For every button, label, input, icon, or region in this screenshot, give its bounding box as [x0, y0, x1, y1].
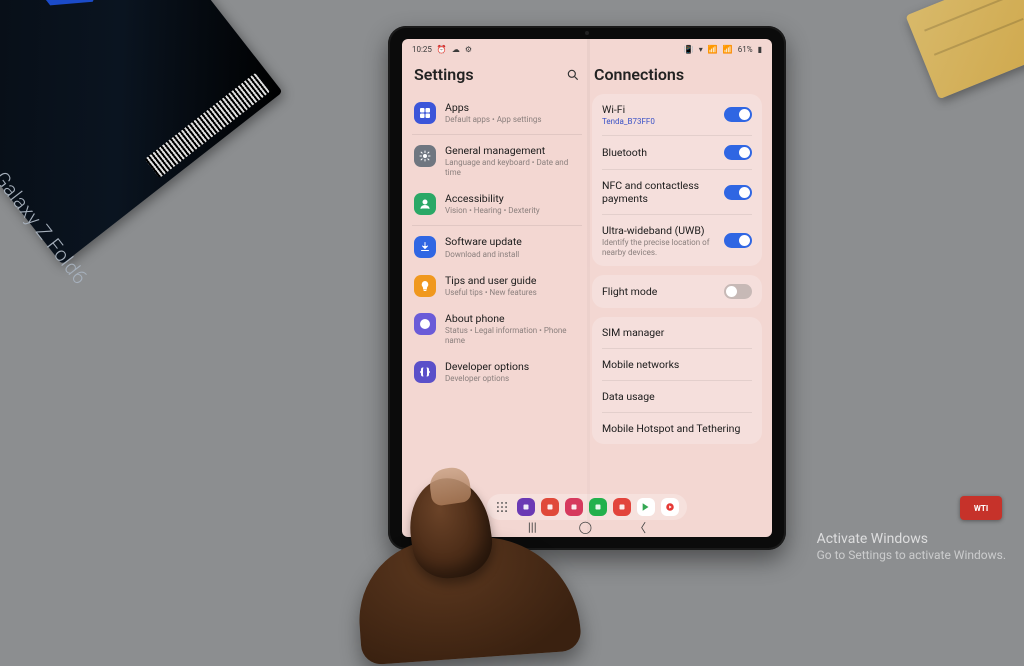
grid-icon	[414, 102, 436, 124]
settings-item-title: Accessibility	[445, 192, 580, 205]
settings-item-software-update[interactable]: Software update Download and install	[412, 225, 582, 266]
conn-title: Data usage	[602, 390, 752, 403]
connection-bluetooth[interactable]: Bluetooth	[602, 135, 752, 169]
toggle-switch[interactable]	[724, 145, 752, 160]
settings-item-title: Tips and user guide	[445, 274, 580, 287]
wifi-icon: ▾	[699, 45, 703, 54]
settings-item-sub: Download and install	[445, 250, 580, 260]
conn-title: Mobile networks	[602, 358, 752, 371]
status-bar: 10:25 ⏰ ☁ ⚙ 📳 ▾ 📶 📶 61% ▮	[402, 39, 772, 57]
dock-app-6[interactable]	[661, 498, 679, 516]
connections-card-1: Wi-FiTenda_B73FF0 Bluetooth NFC and contac…	[592, 94, 762, 266]
connection-sim-manager[interactable]: SIM manager	[602, 317, 752, 348]
toggle-switch[interactable]	[724, 233, 752, 248]
settings-title: Settings	[414, 65, 474, 84]
connection-ultra-wideband-uwb-[interactable]: Ultra-wideband (UWB)Identify the precise…	[602, 214, 752, 266]
recents-button[interactable]: |||	[528, 520, 537, 534]
braces-icon	[414, 361, 436, 383]
connections-title: Connections	[594, 65, 684, 84]
alarm-icon: ⏰	[437, 45, 447, 54]
conn-link: Tenda_B73FF0	[602, 117, 716, 126]
settings-item-title: Developer options	[445, 360, 580, 373]
settings-item-title: General management	[445, 144, 580, 157]
dock-app-4[interactable]	[613, 498, 631, 516]
download-icon	[414, 236, 436, 258]
battery-icon: ▮	[758, 45, 762, 54]
settings-status-icon: ⚙	[465, 45, 472, 54]
settings-item-general-management[interactable]: General managementLanguage and keyboard …	[412, 134, 582, 185]
product-box: Galaxy Z Fold6	[0, 0, 283, 264]
watermark-title: Activate Windows	[817, 530, 1006, 548]
connection-mobile-networks[interactable]: Mobile networks	[602, 348, 752, 380]
settings-item-sub: Default apps • App settings	[445, 115, 580, 125]
phone-camera-notch	[585, 31, 589, 35]
connections-card-3: SIM manager Mobile networks Data usage Mobi…	[592, 317, 762, 444]
settings-item-apps[interactable]: AppsDefault apps • App settings	[412, 94, 582, 132]
windows-watermark: Activate Windows Go to Settings to activ…	[817, 530, 1006, 564]
connections-pane: Connections Wi-FiTenda_B73FF0 Bluetooth NF…	[592, 59, 762, 497]
hand-overlay	[398, 418, 528, 618]
settings-item-sub: Vision • Hearing • Dexterity	[445, 206, 580, 216]
settings-item-developer-options[interactable]: Developer optionsDeveloper options	[412, 353, 582, 391]
channel-badge: WTI	[960, 496, 1002, 520]
signal-icon: 📶	[708, 45, 718, 54]
connection-nfc-and-contactless-payments[interactable]: NFC and contactless payments	[602, 169, 752, 214]
conn-sub: Identify the precise location of nearby …	[602, 238, 716, 257]
back-button[interactable]: 〈	[634, 519, 646, 536]
dock-app-1[interactable]	[541, 498, 559, 516]
wood-block-prop	[906, 0, 1024, 99]
home-button[interactable]: ◯	[579, 520, 592, 534]
settings-item-sub: Status • Legal information • Phone name	[445, 326, 580, 346]
settings-item-sub: Developer options	[445, 374, 580, 384]
toggle-switch[interactable]	[724, 185, 752, 200]
product-box-barcode	[145, 73, 270, 178]
dock-app-3[interactable]	[589, 498, 607, 516]
dock-app-2[interactable]	[565, 498, 583, 516]
battery-text: 61%	[738, 45, 753, 54]
connection-mobile-hotspot-and-tethering[interactable]: Mobile Hotspot and Tethering	[602, 412, 752, 444]
conn-title: NFC and contactless payments	[602, 179, 716, 205]
toggle-switch[interactable]	[724, 284, 752, 299]
gear-icon	[414, 145, 436, 167]
settings-item-title: Software update	[445, 235, 580, 248]
settings-item-title: About phone	[445, 312, 580, 325]
conn-title: Flight mode	[602, 285, 716, 298]
connection-flight-mode[interactable]: Flight mode	[602, 275, 752, 308]
cloud-icon: ☁	[452, 45, 460, 54]
product-box-badge	[13, 0, 121, 24]
status-time: 10:25	[412, 45, 432, 54]
connection-data-usage[interactable]: Data usage	[602, 380, 752, 412]
vibrate-icon: 📳	[684, 45, 694, 54]
dock-app-5[interactable]	[637, 498, 655, 516]
product-box-label: Galaxy Z Fold6	[0, 167, 93, 289]
settings-item-about-phone[interactable]: About phoneStatus • Legal information • …	[412, 305, 582, 353]
settings-item-accessibility[interactable]: AccessibilityVision • Hearing • Dexterit…	[412, 185, 582, 223]
conn-title: Ultra-wideband (UWB)	[602, 224, 716, 237]
bulb-icon	[414, 275, 436, 297]
connection-wi-fi[interactable]: Wi-FiTenda_B73FF0	[602, 94, 752, 135]
info-icon	[414, 313, 436, 335]
person-icon	[414, 193, 436, 215]
conn-title: Bluetooth	[602, 146, 716, 159]
conn-title: Wi-Fi	[602, 103, 716, 116]
toggle-switch[interactable]	[724, 107, 752, 122]
settings-item-sub: Language and keyboard • Date and time	[445, 158, 580, 178]
search-icon[interactable]	[566, 68, 580, 82]
conn-title: SIM manager	[602, 326, 752, 339]
watermark-sub: Go to Settings to activate Windows.	[817, 548, 1006, 564]
settings-item-title: Apps	[445, 101, 580, 114]
settings-item-tips-and-user-guide[interactable]: Tips and user guideUseful tips • New fea…	[412, 267, 582, 305]
connections-card-2: Flight mode	[592, 275, 762, 308]
settings-item-sub: Useful tips • New features	[445, 288, 580, 298]
signal2-icon: 📶	[723, 45, 733, 54]
conn-title: Mobile Hotspot and Tethering	[602, 422, 752, 435]
